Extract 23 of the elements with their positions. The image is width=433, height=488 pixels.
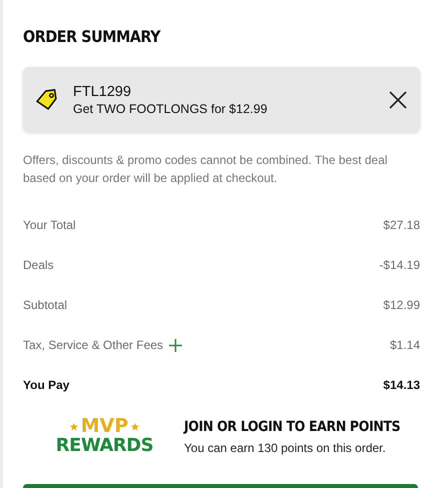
row-label: Subtotal bbox=[23, 298, 68, 312]
row-value: $14.13 bbox=[383, 378, 420, 392]
row-value: $12.99 bbox=[383, 298, 420, 312]
row-value: $27.18 bbox=[383, 218, 420, 232]
tag-icon bbox=[35, 88, 59, 110]
promo-description: Get TWO FOOTLONGS for $12.99 bbox=[73, 102, 268, 116]
logo-text: MVP bbox=[80, 417, 128, 436]
row-value: $1.14 bbox=[390, 338, 420, 352]
plus-icon[interactable] bbox=[169, 338, 182, 352]
rewards-text: You can earn 130 points on this order. bbox=[184, 440, 386, 454]
row-label: Deals bbox=[23, 258, 54, 272]
row-value: -$14.19 bbox=[379, 258, 420, 272]
rewards-heading: JOIN OR LOGIN TO EARN POINTS bbox=[184, 418, 400, 434]
star-icon bbox=[131, 422, 140, 430]
star-icon bbox=[70, 422, 78, 430]
row-label: Tax, Service & Other Fees bbox=[23, 338, 164, 352]
row-label: Your Total bbox=[23, 218, 76, 232]
logo-text: REWARDS bbox=[56, 436, 154, 456]
section-title: ORDER SUMMARY bbox=[23, 26, 160, 48]
row-label: You Pay bbox=[23, 378, 70, 392]
close-button[interactable] bbox=[388, 90, 408, 110]
disclaimer-text: Offers, discounts & promo codes cannot be combined. The best deal based on your order will be applied at checkout. bbox=[23, 152, 388, 187]
promo-code: FTL1299 bbox=[73, 84, 132, 100]
